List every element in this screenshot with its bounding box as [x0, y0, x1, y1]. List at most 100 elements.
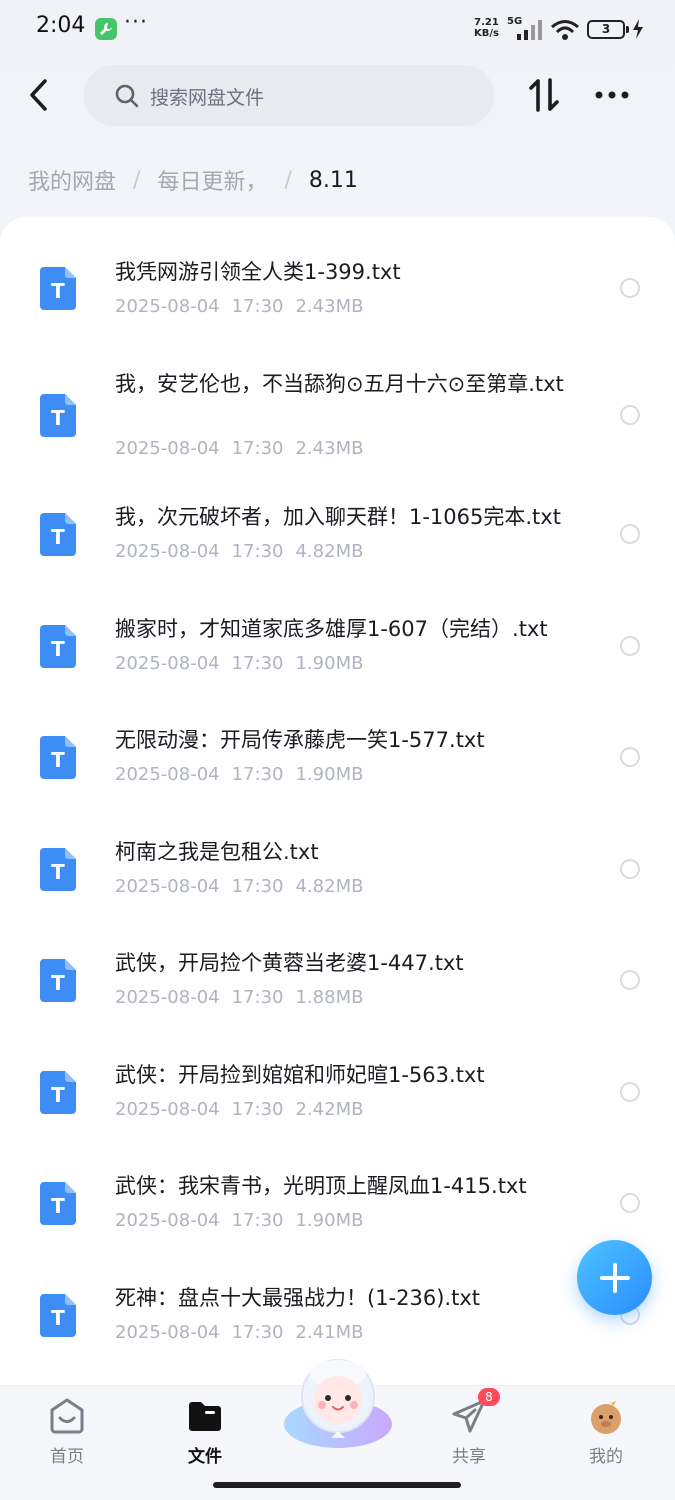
file-size: 2.43MB: [295, 296, 364, 317]
file-time: 17:30: [231, 438, 284, 459]
nav-label-share: 共享: [452, 1447, 486, 1467]
file-size: 4.82MB: [295, 541, 364, 562]
more-dots-icon: [595, 91, 629, 99]
file-time: 17:30: [231, 653, 284, 674]
file-type-letter: T: [51, 971, 65, 995]
select-checkbox[interactable]: [620, 1193, 640, 1213]
breadcrumb-item-current: 8.11: [308, 167, 358, 193]
status-bar: 2:04 ··· 7.21 KB/s 5G 3: [0, 0, 675, 60]
home-indicator: [213, 1482, 461, 1488]
file-meta: 2025-08-04 17:30 2.42MB: [115, 1099, 363, 1120]
charging-icon: [633, 19, 643, 39]
file-row[interactable]: T 无限动漫：开局传承藤虎一笑1-577.txt 2025-08-04 17:30…: [0, 708, 675, 808]
select-checkbox[interactable]: [620, 747, 640, 767]
file-row[interactable]: T 柯南之我是包租公.txt 2025-08-04 17:30 4.82MB: [0, 820, 675, 920]
txt-file-icon: T: [40, 394, 76, 437]
select-checkbox[interactable]: [620, 524, 640, 544]
nav-item-profile[interactable]: 我的: [561, 1396, 651, 1467]
select-checkbox[interactable]: [620, 1082, 640, 1102]
file-time: 17:30: [231, 296, 284, 317]
txt-file-icon: T: [40, 513, 76, 556]
file-time: 17:30: [231, 1210, 284, 1231]
file-time: 17:30: [231, 764, 284, 785]
file-date: 2025-08-04: [115, 438, 220, 459]
file-meta: 2025-08-04 17:30 4.82MB: [115, 876, 363, 897]
file-name: 无限动漫：开局传承藤虎一笑1-577.txt: [115, 728, 485, 752]
file-name: 武侠：开局捡到婠婠和师妃暄1-563.txt: [115, 1063, 485, 1087]
file-name: 死神：盘点十大最强战力！(1-236).txt: [115, 1286, 480, 1310]
search-input[interactable]: 搜索网盘文件: [84, 65, 494, 126]
file-name: 搬家时，才知道家底多雄厚1-607（完结）.txt: [115, 617, 548, 641]
folder-icon: [189, 1402, 221, 1431]
file-meta: 2025-08-04 17:30 1.88MB: [115, 987, 363, 1008]
more-options-button[interactable]: [590, 75, 634, 115]
txt-file-icon: T: [40, 625, 76, 668]
chevron-left-icon: [30, 79, 47, 111]
nav-label-profile: 我的: [589, 1447, 623, 1467]
file-date: 2025-08-04: [115, 1210, 220, 1231]
sort-arrows-icon: [529, 78, 559, 112]
file-type-letter: T: [51, 1083, 65, 1107]
file-row[interactable]: T 我，次元破坏者，加入聊天群！1-1065完本.txt 2025-08-04 1…: [0, 485, 675, 585]
select-checkbox[interactable]: [620, 970, 640, 990]
breadcrumb-separator: /: [284, 167, 292, 193]
status-time: 2:04: [36, 13, 86, 38]
txt-file-icon: T: [40, 736, 76, 779]
file-time: 17:30: [231, 1322, 284, 1343]
file-meta: 2025-08-04 17:30 1.90MB: [115, 764, 363, 785]
file-name: 柯南之我是包租公.txt: [115, 840, 319, 864]
back-button[interactable]: [20, 75, 56, 115]
notification-dots: ···: [124, 10, 148, 35]
file-size: 4.82MB: [295, 876, 364, 897]
file-row[interactable]: T 搬家时，才知道家底多雄厚1-607（完结）.txt 2025-08-04 17…: [0, 597, 675, 697]
file-date: 2025-08-04: [115, 764, 220, 785]
file-row[interactable]: T 我凭网游引领全人类1-399.txt 2025-08-04 17:30 2.43…: [0, 247, 675, 347]
file-row[interactable]: T 我，安艺伦也，不当舔狗⊙五月十六⊙至第章.txt 2025-08-04 17:…: [0, 365, 675, 475]
file-meta: 2025-08-04 17:30 1.90MB: [115, 653, 363, 674]
nav-item-share[interactable]: 8 共享: [424, 1388, 514, 1467]
add-button[interactable]: [577, 1240, 652, 1315]
file-name: 武侠：我宋青书，光明顶上醒凤血1-415.txt: [115, 1174, 527, 1198]
file-meta: 2025-08-04 17:30 2.43MB: [115, 296, 363, 317]
file-meta: 2025-08-04 17:30 1.90MB: [115, 1210, 363, 1231]
nav-item-files[interactable]: 文件: [160, 1396, 250, 1467]
sort-button[interactable]: [524, 75, 564, 115]
breadcrumb: 我的网盘 / 每日更新， / 8.11: [28, 164, 358, 196]
file-type-letter: T: [51, 637, 65, 661]
battery-icon: 3: [587, 20, 629, 39]
file-size: 1.88MB: [295, 987, 364, 1008]
file-size: 2.41MB: [295, 1322, 364, 1343]
file-row[interactable]: T 死神：盘点十大最强战力！(1-236).txt 2025-08-04 17:3…: [0, 1266, 675, 1366]
select-checkbox[interactable]: [620, 278, 640, 298]
net-speed-value: 7.21: [474, 17, 499, 28]
file-row[interactable]: T 武侠：开局捡到婠婠和师妃暄1-563.txt 2025-08-04 17:30…: [0, 1043, 675, 1143]
file-type-letter: T: [51, 525, 65, 549]
file-size: 1.90MB: [295, 1210, 364, 1231]
select-checkbox[interactable]: [620, 636, 640, 656]
breadcrumb-item-folder[interactable]: 每日更新，: [157, 164, 267, 196]
mascot-assistant-icon[interactable]: [278, 1352, 398, 1452]
file-type-letter: T: [51, 860, 65, 884]
file-name: 武侠，开局捡个黄蓉当老婆1-447.txt: [115, 951, 464, 975]
file-meta: 2025-08-04 17:30 2.41MB: [115, 1322, 363, 1343]
search-icon: [115, 84, 139, 108]
file-size: 2.42MB: [295, 1099, 364, 1120]
file-type-letter: T: [51, 748, 65, 772]
txt-file-icon: T: [40, 1294, 76, 1337]
file-time: 17:30: [231, 876, 284, 897]
avatar-icon: [591, 1398, 621, 1434]
file-type-letter: T: [51, 1194, 65, 1218]
nav-item-home[interactable]: 首页: [22, 1396, 112, 1467]
file-date: 2025-08-04: [115, 296, 220, 317]
file-size: 1.90MB: [295, 764, 364, 785]
select-checkbox[interactable]: [620, 859, 640, 879]
txt-file-icon: T: [40, 959, 76, 1002]
home-face-icon: [50, 1398, 84, 1434]
file-date: 2025-08-04: [115, 876, 220, 897]
file-meta: 2025-08-04 17:30 4.82MB: [115, 541, 363, 562]
file-date: 2025-08-04: [115, 987, 220, 1008]
select-checkbox[interactable]: [620, 405, 640, 425]
breadcrumb-item-root[interactable]: 我的网盘: [28, 164, 116, 196]
file-row[interactable]: T 武侠，开局捡个黄蓉当老婆1-447.txt 2025-08-04 17:30 1…: [0, 931, 675, 1031]
file-row[interactable]: T 武侠：我宋青书，光明顶上醒凤血1-415.txt 2025-08-04 17:…: [0, 1154, 675, 1254]
